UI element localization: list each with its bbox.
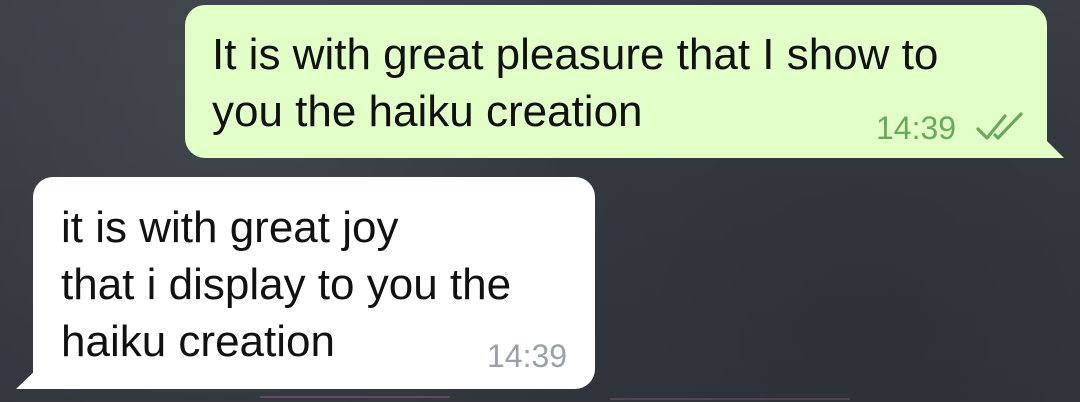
double-check-icon bbox=[976, 112, 1023, 140]
incoming-message-time: 14:39 bbox=[487, 338, 568, 374]
incoming-bubble-tail bbox=[16, 366, 40, 389]
chalk-stroke bbox=[260, 396, 450, 398]
chalk-stroke bbox=[610, 398, 850, 400]
outgoing-message-time: 14:39 bbox=[876, 110, 957, 146]
outgoing-bubble-tail bbox=[1040, 134, 1064, 158]
